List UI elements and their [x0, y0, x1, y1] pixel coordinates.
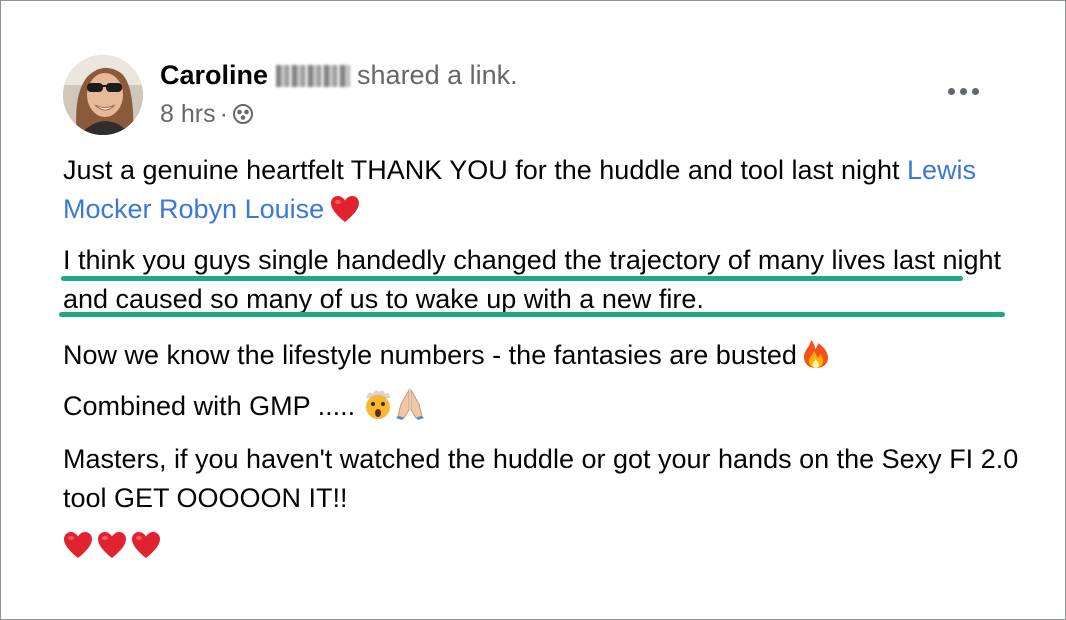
post-meta: 8 hrs ·	[160, 97, 254, 134]
post-header: Caroline shared a link.	[160, 57, 518, 93]
message-text: Now we know the lifestyle numbers - the …	[63, 340, 797, 370]
red-heart-icon	[97, 531, 127, 570]
message-paragraph: Just a genuine heartfelt THANK YOU for t…	[63, 151, 1003, 229]
message-paragraph: Combined with GMP .....	[63, 387, 425, 426]
post-card: Caroline shared a link. 8 hrs · Just a gen…	[0, 0, 1066, 620]
message-text: Combined with GMP .....	[63, 391, 356, 421]
meta-separator: ·	[219, 100, 228, 128]
exploding-head-face-icon	[363, 388, 393, 420]
highlight-underline	[61, 276, 963, 281]
highlight-underline	[59, 312, 1005, 317]
mention-link[interactable]: Robyn Louise	[159, 194, 324, 224]
more-dot	[959, 87, 967, 95]
red-heart-icon	[131, 531, 161, 570]
post-action-text: shared a link.	[357, 60, 518, 90]
author-surname-redacted	[276, 65, 351, 87]
more-dot	[947, 87, 955, 95]
folded-hands-icon	[395, 388, 425, 420]
more-horizontal-icon[interactable]	[939, 79, 987, 103]
message-paragraph: Now we know the lifestyle numbers - the …	[63, 336, 829, 375]
red-heart-icon	[330, 195, 360, 223]
red-heart-icon	[63, 531, 93, 570]
message-paragraph: Masters, if you haven't watched the hudd…	[63, 444, 1019, 513]
more-dot	[971, 87, 979, 95]
fire-icon	[803, 339, 829, 369]
author-name[interactable]: Caroline	[160, 60, 268, 90]
hearts-row	[63, 531, 161, 570]
closing-hearts	[63, 531, 161, 570]
group-icon[interactable]	[232, 100, 254, 134]
post-timestamp[interactable]: 8 hrs	[160, 100, 216, 128]
message-text: Just a genuine heartfelt THANK YOU for t…	[63, 155, 900, 185]
author-avatar[interactable]	[63, 55, 143, 135]
